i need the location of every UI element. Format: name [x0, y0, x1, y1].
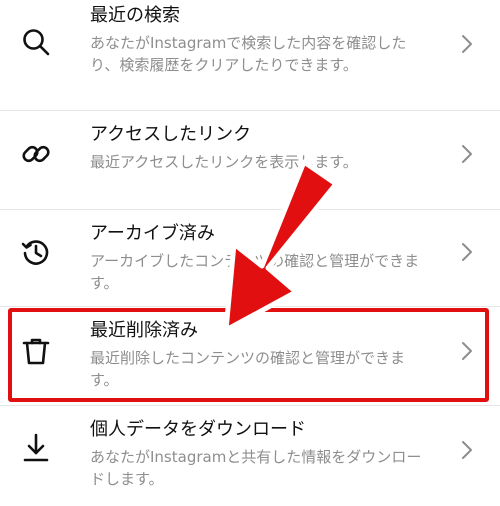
menu-item-visited-links[interactable]: アクセスしたリンク 最近アクセスしたリンクを表示します。: [0, 111, 500, 209]
menu-item-recently-deleted[interactable]: 最近削除済み 最近削除したコンテンツの確認と管理ができます。: [0, 307, 500, 405]
link-icon: [20, 138, 52, 170]
menu-item-description: アーカイブしたコンテンツの確認と管理ができます。: [90, 252, 420, 292]
menu-item-description: あなたがInstagramと共有した情報をダウンロードします。: [90, 448, 422, 488]
menu-item-title: 個人データをダウンロード: [90, 419, 306, 440]
menu-item-archived[interactable]: アーカイブ済み アーカイブしたコンテンツの確認と管理ができます。: [0, 210, 500, 306]
menu-item-title: アーカイブ済み: [90, 223, 215, 244]
menu-item-recent-searches[interactable]: 最近の検索 あなたがInstagramで検索した内容を確認したり、検索履歴をクリ…: [0, 0, 500, 110]
menu-item-description: あなたがInstagramで検索した内容を確認したり、検索履歴をクリアしたりでき…: [90, 34, 407, 74]
menu-item-title: 最近の検索: [90, 5, 180, 26]
history-icon: [20, 236, 52, 268]
download-icon: [20, 432, 52, 464]
chevron-right-icon: [460, 339, 474, 363]
chevron-right-icon: [460, 32, 474, 56]
menu-item-description: 最近アクセスしたリンクを表示します。: [90, 153, 358, 171]
menu-item-description: 最近削除したコンテンツの確認と管理ができます。: [90, 349, 406, 389]
chevron-right-icon: [460, 142, 474, 166]
menu-item-download-data[interactable]: 個人データをダウンロード あなたがInstagramと共有した情報をダウンロード…: [0, 406, 500, 506]
chevron-right-icon: [460, 240, 474, 264]
search-icon: [20, 26, 52, 58]
menu-item-title: 最近削除済み: [90, 320, 198, 341]
menu-item-title: アクセスしたリンク: [90, 124, 252, 145]
trash-icon: [20, 335, 52, 367]
chevron-right-icon: [460, 438, 474, 462]
